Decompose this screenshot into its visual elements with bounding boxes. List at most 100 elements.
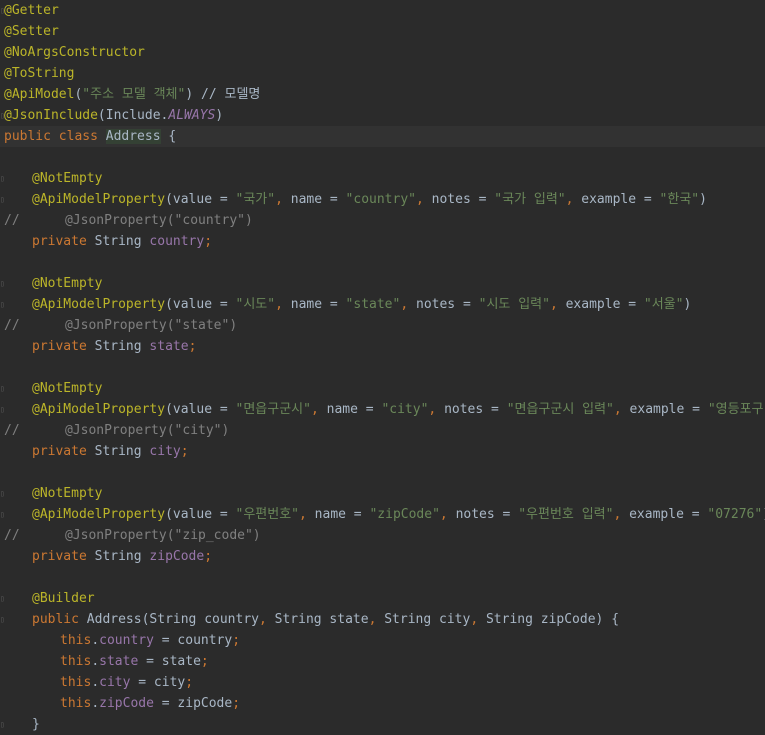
code-line[interactable]: ​	[0, 147, 765, 168]
comment-token: //	[4, 528, 20, 543]
keyword-token: public	[32, 612, 87, 627]
code-line[interactable]: ▯ @NotEmpty	[0, 168, 765, 189]
code-token: notes =	[455, 507, 519, 522]
code-line[interactable]: this.state = state;	[0, 651, 765, 672]
code-line[interactable]: ▯ @ApiModelProperty(value = "우편번호", name …	[0, 504, 765, 525]
code-token: = zipCode	[153, 696, 233, 711]
code-token: = country	[153, 633, 233, 648]
code-token: example =	[629, 402, 708, 417]
fold-marker-icon[interactable]: ▯	[0, 294, 5, 315]
fold-marker-icon[interactable]: ▯	[0, 399, 5, 420]
code-token: ) // 모델명	[185, 87, 261, 102]
code-token: name =	[290, 192, 346, 207]
code-token: name =	[314, 507, 370, 522]
keyword-token: ,	[368, 612, 385, 627]
annotation-token: @Getter	[4, 3, 59, 18]
code-editor[interactable]: ▯ @Getter @Setter @NoArgsConstructor @ToStri…	[0, 0, 765, 735]
fold-marker-icon[interactable]: ▯	[0, 378, 5, 399]
fold-marker-icon[interactable]: ▯	[0, 504, 5, 525]
code-token: )	[215, 108, 224, 123]
code-token: name =	[290, 297, 346, 312]
keyword-token: ,	[275, 192, 291, 207]
annotation-token: @ApiModelProperty	[32, 192, 166, 207]
field-token: zipCode	[149, 549, 205, 564]
code-token: String	[94, 549, 150, 564]
code-line[interactable]: // @JsonProperty("city")	[0, 420, 765, 441]
code-line[interactable]: private String zipCode;	[0, 546, 765, 567]
fold-marker-icon[interactable]: ▯	[0, 714, 5, 735]
code-line[interactable]: @Setter	[0, 21, 765, 42]
code-line[interactable]: ​	[0, 462, 765, 483]
code-line[interactable]: @NoArgsConstructor	[0, 42, 765, 63]
code-line[interactable]: ▯ @Builder	[0, 588, 765, 609]
code-token: .	[91, 633, 100, 648]
code-line[interactable]: ​	[0, 252, 765, 273]
annotation-token: @Setter	[4, 24, 59, 39]
code-line[interactable]: ​	[0, 357, 765, 378]
keyword-token: this	[60, 654, 92, 669]
code-token: (value =	[165, 507, 236, 522]
fold-marker-icon[interactable]: ▯	[0, 483, 5, 504]
string-token: "우편번호"	[235, 507, 300, 522]
string-token: "07276"	[707, 507, 763, 522]
code-line[interactable]: private String city;	[0, 441, 765, 462]
code-line[interactable]: ​	[0, 567, 765, 588]
comment-token: //	[4, 213, 20, 228]
keyword-token: ;	[204, 549, 213, 564]
code-token: example =	[581, 192, 660, 207]
fold-marker-icon[interactable]: ▯	[0, 0, 5, 21]
code-line[interactable]: this.city = city;	[0, 672, 765, 693]
code-token: .	[91, 654, 100, 669]
string-token: "city"	[381, 402, 429, 417]
string-token: "country"	[345, 192, 416, 207]
code-token: String zipCode) {	[485, 612, 620, 627]
field-token: state	[99, 654, 139, 669]
string-token: "zipCode"	[369, 507, 440, 522]
annotation-token: @NotEmpty	[32, 276, 103, 291]
code-line[interactable]: // @JsonProperty("state")	[0, 315, 765, 336]
code-line[interactable]: // @JsonProperty("zip_code")	[0, 525, 765, 546]
code-line[interactable]: ▯ @JsonInclude(Include.ALWAYS)	[0, 105, 765, 126]
code-line[interactable]: this.country = country;	[0, 630, 765, 651]
keyword-token: ;	[180, 444, 189, 459]
keyword-token: ;	[232, 696, 241, 711]
keyword-token: ,	[416, 192, 432, 207]
comment-token: @JsonProperty("country")	[33, 213, 253, 228]
code-line[interactable]: private String country;	[0, 231, 765, 252]
annotation-token: @ApiModel	[4, 87, 75, 102]
field-token: country	[99, 633, 154, 648]
string-token: "우편번호 입력"	[518, 507, 614, 522]
fold-marker-icon[interactable]: ▯	[0, 273, 5, 294]
code-line[interactable]: ▯ public Address(String country, String s…	[0, 609, 765, 630]
code-line[interactable]: ▯}	[0, 714, 765, 735]
code-line[interactable]: ▯ @NotEmpty	[0, 273, 765, 294]
fold-marker-icon[interactable]: ▯	[0, 105, 5, 126]
code-token: (value =	[165, 192, 236, 207]
fold-marker-icon[interactable]: ▯	[0, 588, 5, 609]
code-line[interactable]: ▯ @ApiModelProperty(value = "국가", name = …	[0, 189, 765, 210]
fold-marker-icon[interactable]: ▯	[0, 168, 5, 189]
code-line[interactable]: ▯ @NotEmpty	[0, 378, 765, 399]
code-token: (Include.	[97, 108, 169, 123]
code-line[interactable]: ▯ @ApiModelProperty(value = "면읍구군시", name…	[0, 399, 765, 420]
code-line[interactable]: // @JsonProperty("country")	[0, 210, 765, 231]
string-token: "면읍구군시 입력"	[506, 402, 614, 417]
field-token: city	[149, 444, 181, 459]
code-line[interactable]: ▯ @ApiModelProperty(value = "시도", name = …	[0, 294, 765, 315]
annotation-token: @JsonInclude	[4, 108, 98, 123]
code-line[interactable]: private String state;	[0, 336, 765, 357]
code-line[interactable]: public class Address {	[0, 126, 765, 147]
code-line[interactable]: this.zipCode = zipCode;	[0, 693, 765, 714]
annotation-token: @Builder	[32, 591, 95, 606]
code-token: Address(String country	[86, 612, 259, 627]
code-line[interactable]: ▯ @NotEmpty	[0, 483, 765, 504]
code-line[interactable]: @ApiModel("주소 모델 객체") // 모델명	[0, 84, 765, 105]
code-token: )	[683, 297, 692, 312]
string-token: "시도"	[235, 297, 276, 312]
code-token: name =	[326, 402, 382, 417]
code-token: {	[160, 129, 177, 144]
fold-marker-icon[interactable]: ▯	[0, 189, 5, 210]
code-line[interactable]: ▯ @Getter	[0, 0, 765, 21]
fold-marker-icon[interactable]: ▯	[0, 609, 5, 630]
code-line[interactable]: @ToString	[0, 63, 765, 84]
